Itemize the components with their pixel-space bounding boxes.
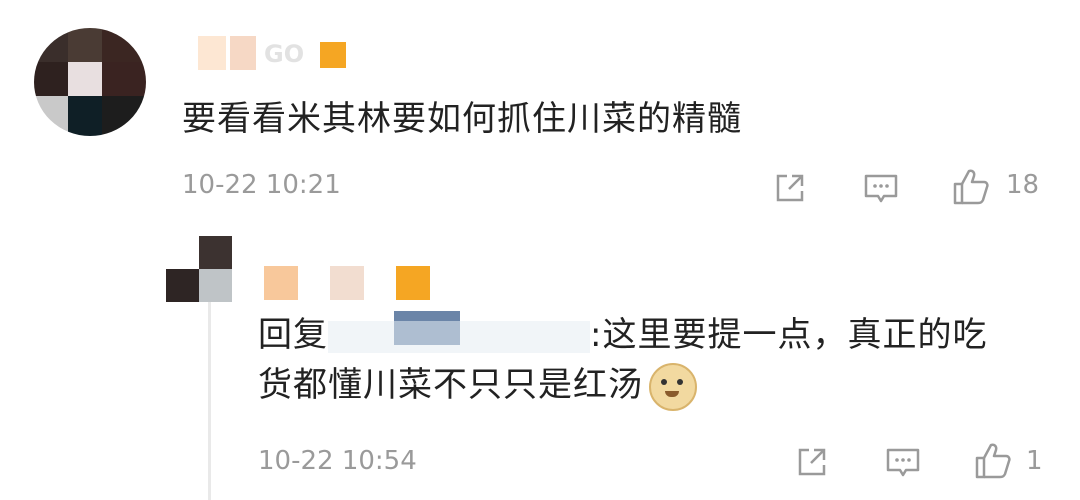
avatar-pixel (68, 28, 102, 62)
comment-text: 要看看米其林要如何抓住川菜的精髓 (182, 99, 742, 139)
avatar-pixel (102, 62, 146, 96)
share-icon[interactable] (794, 444, 830, 480)
avatar-pixel (102, 28, 146, 62)
reply-prefix: 回复 (258, 315, 328, 355)
reply-avatar[interactable] (166, 236, 232, 302)
reply-mentioned-user[interactable] (328, 310, 590, 357)
name-fragment: GO (264, 40, 305, 68)
reply-timestamp: 10-22 10:54 (258, 446, 417, 476)
comment-icon[interactable] (884, 444, 922, 480)
comment-timestamp: 10-22 10:21 (182, 170, 341, 200)
comment-like-count: 18 (1006, 170, 1040, 200)
avatar-pixel (34, 96, 68, 136)
avatar-pixel (166, 269, 199, 302)
vip-badge-icon (396, 266, 430, 300)
avatar-pixel (68, 96, 102, 136)
name-pixel (198, 36, 226, 70)
reply-text-line1: :这里要提一点，真正的吃 (590, 315, 988, 355)
avatar-pixel (199, 269, 232, 302)
doge-emoji-icon (649, 362, 697, 411)
avatar-pixel (68, 62, 102, 96)
comment-icon[interactable] (862, 170, 900, 206)
share-icon[interactable] (772, 170, 808, 206)
reply-text-line2: 货都懂川菜不只只是红汤 (258, 365, 643, 405)
thumbs-up-icon[interactable] (950, 166, 992, 208)
comment-username[interactable]: GO (166, 36, 376, 72)
reply-text: 回复 :这里要提一点，真正的吃 货都懂川菜不只只是红汤 (258, 310, 1058, 411)
name-pixel (264, 266, 298, 300)
comment-avatar[interactable] (34, 28, 146, 136)
reply-like-count: 1 (1026, 446, 1043, 476)
name-pixel (328, 320, 590, 353)
avatar-pixel (199, 236, 232, 269)
name-pixel (230, 36, 256, 70)
reply-thread-line (208, 300, 211, 500)
avatar-pixel (34, 28, 68, 62)
reply-username[interactable] (262, 266, 442, 302)
thumbs-up-icon[interactable] (972, 440, 1014, 482)
avatar-pixel (102, 96, 146, 136)
vip-badge-icon (320, 42, 346, 68)
name-pixel (330, 266, 364, 300)
avatar-pixel (34, 62, 68, 96)
